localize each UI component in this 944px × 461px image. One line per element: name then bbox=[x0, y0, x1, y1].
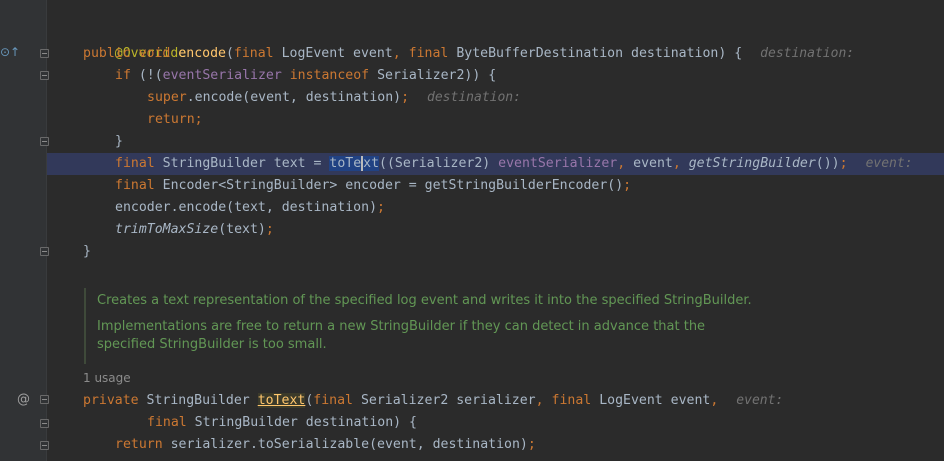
comma: , bbox=[617, 156, 626, 171]
paren-close-brace: ) { bbox=[718, 46, 743, 61]
javadoc-paragraph-2-line-2: specified StringBuilder is too small. bbox=[97, 337, 327, 352]
param-destination: StringBuilder destination) { bbox=[194, 415, 417, 430]
code-line-trim: trimToMaxSize(text); bbox=[47, 219, 944, 241]
method-name-encode[interactable]: encode bbox=[178, 46, 226, 61]
call-encoder-encode: encoder.encode(text, destination) bbox=[115, 200, 378, 215]
rendered-javadoc[interactable]: Creates a text representation of the spe… bbox=[84, 288, 916, 364]
brace-close: } bbox=[115, 134, 123, 149]
method-call-totext[interactable]: toTe xt bbox=[329, 156, 380, 171]
code-line-totext-return: return serializer.toSerializable(event, … bbox=[47, 434, 944, 456]
kw-void: void bbox=[138, 46, 171, 61]
param-event: LogEvent event bbox=[599, 393, 711, 408]
editor-gutter: ⊙↑ @ bbox=[0, 0, 49, 461]
decl-text: StringBuilder text = bbox=[162, 156, 330, 171]
kw-if: if bbox=[115, 68, 131, 83]
inlay-hint-destination: destination: bbox=[760, 46, 855, 61]
code-line-if-close: } bbox=[47, 131, 944, 153]
kw-final: final bbox=[313, 393, 353, 408]
code-line-super-encode: super.encode(event, destination); destina… bbox=[47, 87, 944, 109]
comma: , bbox=[672, 156, 681, 171]
call-encode: .encode(event, destination) bbox=[186, 90, 402, 105]
param-event: event bbox=[353, 46, 393, 61]
kw-private: private bbox=[83, 393, 139, 408]
call-trimtomaxsize: trimToMaxSize bbox=[115, 222, 219, 237]
semicolon: ; bbox=[527, 437, 536, 452]
semicolon: ; bbox=[377, 200, 385, 215]
paren-open: ( bbox=[225, 46, 234, 61]
code-line-if: if (!(eventSerializer instanceof Seriali… bbox=[47, 65, 944, 87]
kw-final: final bbox=[408, 46, 449, 61]
cast-serializer2: ((Serializer2) bbox=[379, 156, 499, 171]
decl-encoder: Encoder<StringBuilder> encoder = getStri… bbox=[162, 178, 624, 193]
param-serializer: Serializer2 serializer bbox=[360, 393, 536, 408]
kw-return: return bbox=[147, 112, 195, 127]
param-type-logevent: LogEvent bbox=[281, 46, 346, 61]
brace-close: } bbox=[83, 244, 91, 259]
code-line-method-close: } bbox=[47, 241, 944, 263]
semicolon: ; bbox=[839, 156, 848, 171]
code-line-encoder: final Encoder<StringBuilder> encoder = g… bbox=[47, 175, 944, 197]
comma: , bbox=[710, 393, 719, 408]
kw-instanceof: instanceof bbox=[289, 68, 370, 83]
param-destination: destination bbox=[631, 46, 719, 61]
code-line-override: @Override bbox=[47, 21, 944, 61]
arg-event: event bbox=[625, 156, 673, 171]
usage-count-hint[interactable]: 1 usage bbox=[83, 371, 131, 385]
text-caret: xt bbox=[361, 156, 380, 171]
paren-open: (!( bbox=[138, 68, 163, 83]
call-getstringbuilder: getStringBuilder bbox=[688, 156, 816, 171]
kw-final: final bbox=[115, 178, 155, 193]
comma: , bbox=[535, 393, 544, 408]
param-type-bytebufferdestination: ByteBufferDestination bbox=[456, 46, 624, 61]
field-eventserializer: eventSerializer bbox=[162, 68, 282, 83]
type-serializer2: Serializer2)) { bbox=[377, 68, 497, 83]
kw-return: return bbox=[115, 437, 163, 452]
semicolon: ; bbox=[194, 112, 203, 127]
inlay-hint-event: event: bbox=[865, 156, 913, 171]
kw-public: public bbox=[83, 46, 131, 61]
code-line-return: return; bbox=[47, 109, 944, 131]
semicolon: ; bbox=[623, 178, 632, 193]
javadoc-paragraph-2-line-1: Implementations are free to return a new… bbox=[97, 319, 706, 334]
override-method-icon[interactable]: ⊙↑ bbox=[0, 45, 20, 59]
comma: , bbox=[392, 46, 401, 61]
field-eventserializer: eventSerializer bbox=[498, 156, 618, 171]
javadoc-paragraph-1: Creates a text representation of the spe… bbox=[97, 293, 752, 308]
paren-close: ()) bbox=[815, 156, 840, 171]
code-line-totext-signature: private StringBuilder toText(final Seria… bbox=[47, 390, 944, 412]
kw-super: super bbox=[147, 90, 187, 105]
semicolon: ; bbox=[401, 90, 410, 105]
inlay-hint-event: event: bbox=[736, 393, 784, 408]
kw-final: final bbox=[115, 156, 155, 171]
code-line-totext-param2: final StringBuilder destination) { bbox=[47, 412, 944, 434]
return-type-stringbuilder: StringBuilder bbox=[146, 393, 250, 408]
kw-final: final bbox=[233, 46, 274, 61]
code-line-encode-signature: public void encode(final LogEvent event,… bbox=[47, 43, 944, 65]
kw-final: final bbox=[551, 393, 592, 408]
args-text: (text) bbox=[218, 222, 266, 237]
code-line-encoder-encode: encoder.encode(text, destination); bbox=[47, 197, 944, 219]
kw-final: final bbox=[147, 415, 187, 430]
inlay-hint-destination: destination: bbox=[427, 90, 521, 105]
semicolon: ; bbox=[265, 222, 274, 237]
method-name-totext[interactable]: toText bbox=[257, 393, 306, 408]
code-line-current-totext: final StringBuilder text = toTe xt((Seria… bbox=[47, 153, 944, 175]
call-toserializable: serializer.toSerializable(event, destina… bbox=[170, 437, 528, 452]
code-editor[interactable]: @Override public void encode(final LogEv… bbox=[47, 0, 944, 461]
annotation-at-icon[interactable]: @ bbox=[17, 392, 30, 407]
